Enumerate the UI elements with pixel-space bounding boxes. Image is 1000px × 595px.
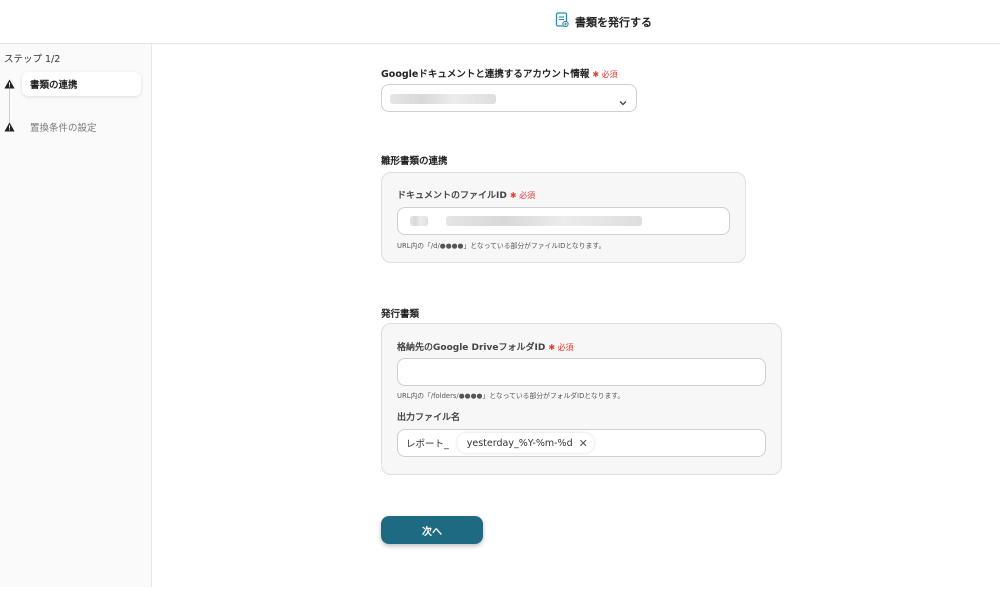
step-count: ステップ 1/2 (4, 54, 61, 65)
template-card: ドキュメントのファイルID ✱ 必須 URL内の「/d/●●●●」となっている部分… (381, 172, 746, 263)
required-badge: ✱ 必須 (592, 70, 618, 79)
header-title-group: 書類を発行する (555, 12, 652, 32)
step-label: 置換条件の設定 (30, 123, 97, 134)
filename-variable-chip[interactable]: yesterday_%Y-%m-%d ✕ (456, 433, 594, 453)
step-sidebar: ステップ 1/2 書類の連携 置換条件の設定 (0, 44, 152, 587)
required-text: 必須 (601, 70, 618, 79)
page-title: 書類を発行する (575, 16, 652, 29)
filename-prefix: レポート_ (406, 439, 449, 450)
required-text: 必須 (519, 191, 536, 200)
redacted-file-id-part (446, 216, 642, 226)
folder-id-hint: URL内の「/folders/●●●●」となっている部分がフォルダIDとなります… (397, 392, 625, 400)
account-label-row: Googleドキュメントと連携するアカウント情報 ✱ 必須 (381, 66, 618, 80)
warning-icon (3, 121, 15, 133)
output-card: 格納先のGoogle DriveフォルダID ✱ 必須 URL内の「/folder… (381, 323, 782, 475)
main-content: Googleドキュメントと連携するアカウント情報 ✱ 必須 雛形書類の連携 ドキュ… (152, 44, 1000, 595)
account-select[interactable] (381, 84, 637, 112)
close-icon[interactable]: ✕ (579, 437, 588, 450)
step-item-document-link[interactable]: 書類の連携 (3, 72, 141, 96)
account-label: Googleドキュメントと連携するアカウント情報 (381, 69, 590, 80)
step-label: 書類の連携 (22, 72, 141, 96)
file-id-label: ドキュメントのファイルID (397, 191, 507, 201)
file-id-input[interactable] (397, 207, 730, 235)
folder-id-input[interactable] (397, 358, 766, 386)
required-badge: ✱ 必須 (509, 191, 536, 200)
template-section-title: 雛形書類の連携 (381, 156, 448, 167)
required-text: 必須 (557, 343, 574, 352)
required-badge: ✱ 必須 (548, 343, 574, 352)
step-item-replace-settings[interactable]: 置換条件の設定 (3, 115, 141, 139)
filename-input[interactable]: レポート_ yesterday_%Y-%m-%d ✕ (397, 429, 766, 457)
redacted-file-id-part (410, 216, 428, 226)
chevron-down-icon (618, 93, 628, 106)
output-section-title: 発行書類 (381, 309, 420, 320)
chip-label: yesterday_%Y-%m-%d (466, 437, 573, 449)
document-icon (555, 12, 569, 32)
file-id-label-row: ドキュメントのファイルID ✱ 必須 (397, 188, 535, 201)
warning-icon (3, 78, 15, 90)
filename-label: 出力ファイル名 (397, 413, 461, 423)
redacted-account-value (390, 94, 496, 104)
folder-id-label: 格納先のGoogle DriveフォルダID (397, 343, 546, 353)
next-button[interactable]: 次へ (381, 516, 483, 544)
file-id-hint: URL内の「/d/●●●●」となっている部分がファイルIDとなります。 (397, 242, 606, 250)
top-bar: 書類を発行する (0, 0, 1000, 44)
folder-id-label-row: 格納先のGoogle DriveフォルダID ✱ 必須 (397, 340, 574, 353)
